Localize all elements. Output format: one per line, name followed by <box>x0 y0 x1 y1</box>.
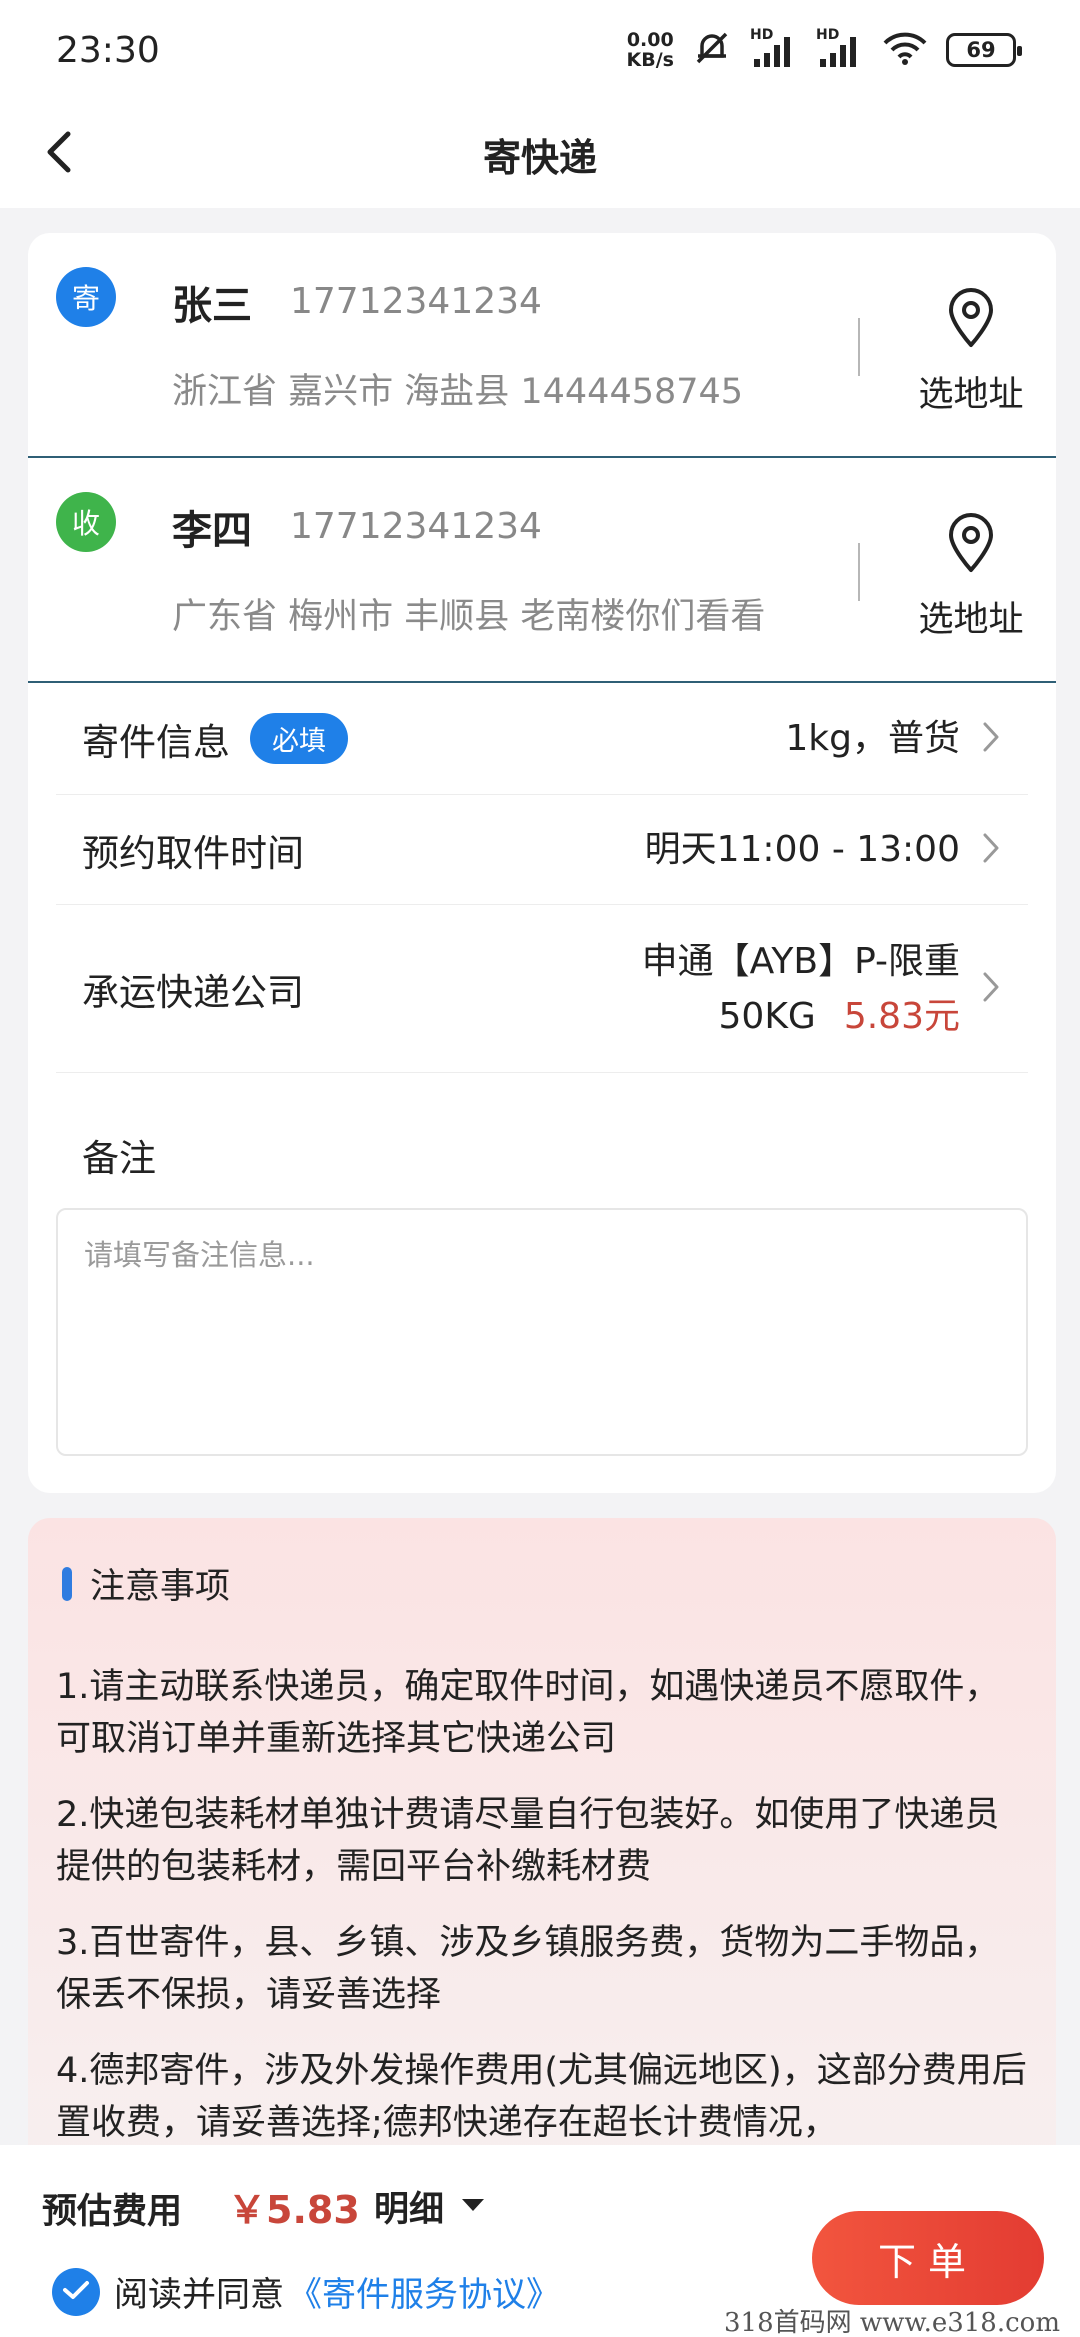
notice-accent-bar <box>62 1566 72 1601</box>
receiver-address: 广东省 梅州市 丰顺县 老南楼你们看看 <box>172 597 766 637</box>
hd-label-1: HD <box>750 27 774 43</box>
chevron-left-icon <box>44 130 76 178</box>
divider <box>858 543 860 601</box>
package-info-label: 寄件信息 必填 <box>82 712 348 766</box>
watermark-text: 318首码网 www.e318.com <box>724 2308 1060 2337</box>
divider <box>858 318 860 376</box>
estimated-fee-value: ￥5.83 <box>228 2188 360 2232</box>
chevron-right-icon <box>982 832 1000 868</box>
carrier-weight-limit: 50KG <box>718 995 816 1037</box>
notice-panel: 注意事项 1.请主动联系快递员，确定取件时间，如遇快递员不愿取件，可取消订单并重… <box>28 1518 1056 2168</box>
notice-item: 4.德邦寄件，涉及外发操作费用(尤其偏远地区)，这部分费用后置收费，请妥善选择;… <box>56 2051 1027 2143</box>
back-button[interactable] <box>30 124 90 184</box>
fee-detail-label: 明细 <box>374 2190 445 2230</box>
checkmark-icon <box>62 2279 90 2305</box>
location-pin-icon <box>946 288 996 352</box>
pickup-time-value: 明天11:00 - 13:00 <box>644 829 960 870</box>
carrier-value: 申通【AYB】P-限重 50KG 5.83元 <box>642 934 960 1044</box>
signal-icon-sim2: HD <box>816 27 864 67</box>
remark-input[interactable] <box>56 1208 1028 1456</box>
mute-bell-icon <box>692 28 732 72</box>
package-info-label-text: 寄件信息 <box>82 720 230 764</box>
sender-address: 浙江省 嘉兴市 海盐县 1444458745 <box>172 372 744 412</box>
order-form-card: 寄 张三 17712341234 浙江省 嘉兴市 海盐县 1444458745 … <box>28 233 1056 1493</box>
notice-item: 3.百世寄件，县、乡镇、涉及乡镇服务费，货物为二手物品，保丢不保损，请妥善选择 <box>56 1923 1000 2015</box>
carrier-label: 承运快递公司 <box>82 970 304 1014</box>
notice-item: 2.快递包装耗材单独计费请尽量自行包装好。如使用了快递员提供的包装耗材，需回平台… <box>56 1795 1000 1887</box>
wifi-icon <box>882 31 928 69</box>
status-icons: 0.00 KB/s HD HD 69 <box>627 27 1022 72</box>
receiver-address-block[interactable]: 收 李四 17712341234 广东省 梅州市 丰顺县 老南楼你们看看 选地址 <box>28 458 1056 683</box>
battery-icon: 69 <box>946 33 1022 67</box>
agreement-checkbox[interactable] <box>52 2267 100 2316</box>
receiver-badge: 收 <box>56 492 116 552</box>
battery-level: 69 <box>966 38 996 62</box>
receiver-name: 李四 <box>172 508 252 554</box>
select-address-label: 选地址 <box>918 600 1024 640</box>
sender-badge: 寄 <box>56 267 116 327</box>
notice-item: 1.请主动联系快递员，确定取件时间，如遇快递员不愿取件，可取消订单并重新选择其它… <box>56 1667 1000 1759</box>
sender-name: 张三 <box>172 283 252 329</box>
page-title: 寄快递 <box>482 135 597 180</box>
service-agreement-link[interactable]: 《寄件服务协议》 <box>288 2267 560 2316</box>
agreement-row: 阅读并同意 《寄件服务协议》 <box>52 2267 560 2316</box>
carrier-price: 5.83元 <box>843 995 960 1037</box>
estimated-fee-label: 预估费用 <box>42 2192 183 2232</box>
net-speed: 0.00 KB/s <box>627 30 674 70</box>
net-speed-value: 0.00 <box>626 29 674 51</box>
caret-down-icon <box>460 2197 486 2217</box>
place-order-button[interactable]: 下单 <box>812 2211 1044 2305</box>
agreement-text: 阅读并同意 <box>114 2275 284 2315</box>
net-speed-unit: KB/s <box>626 49 674 71</box>
notice-list: 1.请主动联系快递员，确定取件时间，如遇快递员不愿取件，可取消订单并重新选择其它… <box>56 1661 1028 2149</box>
package-info-value: 1kg，普货 <box>785 718 960 759</box>
sender-phone: 17712341234 <box>290 281 542 322</box>
package-info-value-group: 1kg，普货 <box>785 711 1000 766</box>
package-info-row[interactable]: 寄件信息 必填 1kg，普货 <box>56 683 1028 795</box>
signal-icon-sim1: HD <box>750 27 798 67</box>
title-bar: 寄快递 <box>0 100 1080 208</box>
sender-address-block[interactable]: 寄 张三 17712341234 浙江省 嘉兴市 海盐县 1444458745 … <box>28 233 1056 458</box>
carrier-value-group: 申通【AYB】P-限重 50KG 5.83元 <box>642 934 1000 1044</box>
carrier-row[interactable]: 承运快递公司 申通【AYB】P-限重 50KG 5.83元 <box>56 905 1028 1073</box>
select-address-label: 选地址 <box>918 375 1024 415</box>
status-time: 23:30 <box>56 29 160 71</box>
pickup-time-label: 预约取件时间 <box>82 831 304 875</box>
notice-header: 注意事项 <box>62 1558 1028 1609</box>
chevron-right-icon <box>982 721 1000 757</box>
pickup-time-row[interactable]: 预约取件时间 明天11:00 - 13:00 <box>56 795 1028 905</box>
sender-select-address-button[interactable]: 选地址 <box>896 288 1046 417</box>
notice-title: 注意事项 <box>90 1567 231 1607</box>
required-badge: 必填 <box>250 713 348 764</box>
hd-label-2: HD <box>816 27 840 43</box>
status-bar: 23:30 0.00 KB/s HD HD 69 <box>0 0 1080 100</box>
pickup-time-value-group: 明天11:00 - 13:00 <box>645 822 1000 877</box>
fee-detail-button[interactable]: 明细 <box>374 2181 486 2232</box>
receiver-phone: 17712341234 <box>290 506 542 547</box>
carrier-name: 申通【AYB】P-限重 <box>641 940 960 982</box>
chevron-right-icon <box>982 971 1000 1007</box>
remark-label: 备注 <box>82 1137 156 1180</box>
location-pin-icon <box>946 513 996 577</box>
receiver-select-address-button[interactable]: 选地址 <box>896 513 1046 642</box>
